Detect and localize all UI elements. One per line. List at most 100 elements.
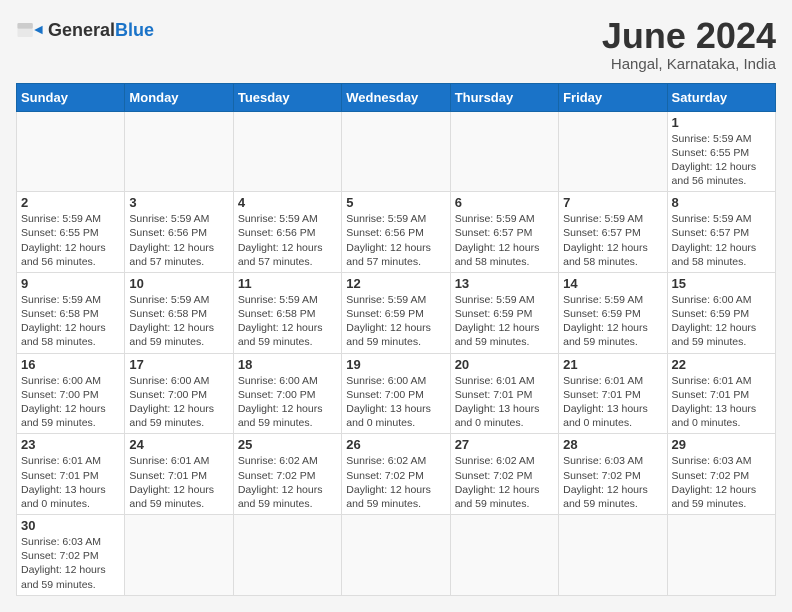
day-info: Sunrise: 6:02 AM Sunset: 7:02 PM Dayligh…	[238, 454, 337, 511]
day-info: Sunrise: 5:59 AM Sunset: 6:59 PM Dayligh…	[455, 293, 554, 350]
calendar-cell: 8 Sunrise: 5:59 AM Sunset: 6:57 PM Daylig…	[667, 192, 775, 273]
weekday-header-thursday: Thursday	[450, 83, 558, 111]
calendar-cell	[17, 111, 125, 192]
calendar-cell	[125, 515, 233, 596]
day-number: 6	[455, 195, 554, 210]
day-info: Sunrise: 6:00 AM Sunset: 7:00 PM Dayligh…	[129, 374, 228, 431]
day-info: Sunrise: 6:03 AM Sunset: 7:02 PM Dayligh…	[563, 454, 662, 511]
calendar-cell: 29 Sunrise: 6:03 AM Sunset: 7:02 PM Dayli…	[667, 434, 775, 515]
day-number: 19	[346, 357, 445, 372]
calendar-cell: 27 Sunrise: 6:02 AM Sunset: 7:02 PM Dayli…	[450, 434, 558, 515]
day-info: Sunrise: 5:59 AM Sunset: 6:58 PM Dayligh…	[238, 293, 337, 350]
day-info: Sunrise: 6:00 AM Sunset: 7:00 PM Dayligh…	[346, 374, 445, 431]
calendar-cell: 22 Sunrise: 6:01 AM Sunset: 7:01 PM Dayli…	[667, 353, 775, 434]
day-info: Sunrise: 6:00 AM Sunset: 7:00 PM Dayligh…	[238, 374, 337, 431]
day-number: 4	[238, 195, 337, 210]
calendar-cell: 19 Sunrise: 6:00 AM Sunset: 7:00 PM Dayli…	[342, 353, 450, 434]
calendar-cell: 23 Sunrise: 6:01 AM Sunset: 7:01 PM Dayli…	[17, 434, 125, 515]
day-number: 15	[672, 276, 771, 291]
day-info: Sunrise: 6:02 AM Sunset: 7:02 PM Dayligh…	[346, 454, 445, 511]
calendar-week-0: 1 Sunrise: 5:59 AM Sunset: 6:55 PM Daylig…	[17, 111, 776, 192]
day-number: 10	[129, 276, 228, 291]
day-info: Sunrise: 5:59 AM Sunset: 6:55 PM Dayligh…	[21, 212, 120, 269]
weekday-header-row: SundayMondayTuesdayWednesdayThursdayFrid…	[17, 83, 776, 111]
day-info: Sunrise: 5:59 AM Sunset: 6:56 PM Dayligh…	[129, 212, 228, 269]
calendar-cell: 10Sunrise: 5:59 AM Sunset: 6:58 PM Dayli…	[125, 272, 233, 353]
calendar-week-1: 2 Sunrise: 5:59 AM Sunset: 6:55 PM Daylig…	[17, 192, 776, 273]
calendar-cell: 14 Sunrise: 5:59 AM Sunset: 6:59 PM Dayli…	[559, 272, 667, 353]
calendar-header: GeneralBlue June 2024 Hangal, Karnataka,…	[16, 16, 776, 73]
calendar-cell: 28Sunrise: 6:03 AM Sunset: 7:02 PM Dayli…	[559, 434, 667, 515]
calendar-cell	[233, 111, 341, 192]
calendar-cell: 16 Sunrise: 6:00 AM Sunset: 7:00 PM Dayli…	[17, 353, 125, 434]
day-info: Sunrise: 6:01 AM Sunset: 7:01 PM Dayligh…	[21, 454, 120, 511]
calendar-title: June 2024	[602, 16, 776, 56]
day-info: Sunrise: 5:59 AM Sunset: 6:55 PM Dayligh…	[672, 132, 771, 189]
day-number: 9	[21, 276, 120, 291]
day-info: Sunrise: 6:00 AM Sunset: 6:59 PM Dayligh…	[672, 293, 771, 350]
calendar-cell: 6Sunrise: 5:59 AM Sunset: 6:57 PM Daylig…	[450, 192, 558, 273]
day-number: 27	[455, 437, 554, 452]
calendar-cell: 3 Sunrise: 5:59 AM Sunset: 6:56 PM Daylig…	[125, 192, 233, 273]
day-info: Sunrise: 5:59 AM Sunset: 6:57 PM Dayligh…	[672, 212, 771, 269]
calendar-week-3: 16 Sunrise: 6:00 AM Sunset: 7:00 PM Dayli…	[17, 353, 776, 434]
calendar-cell: 24 Sunrise: 6:01 AM Sunset: 7:01 PM Dayli…	[125, 434, 233, 515]
day-number: 17	[129, 357, 228, 372]
day-info: Sunrise: 6:01 AM Sunset: 7:01 PM Dayligh…	[563, 374, 662, 431]
calendar-cell	[233, 515, 341, 596]
weekday-header-wednesday: Wednesday	[342, 83, 450, 111]
calendar-cell: 11Sunrise: 5:59 AM Sunset: 6:58 PM Dayli…	[233, 272, 341, 353]
day-info: Sunrise: 5:59 AM Sunset: 6:59 PM Dayligh…	[563, 293, 662, 350]
day-number: 14	[563, 276, 662, 291]
title-area: June 2024 Hangal, Karnataka, India	[602, 16, 776, 73]
calendar-subtitle: Hangal, Karnataka, India	[602, 56, 776, 73]
day-number: 21	[563, 357, 662, 372]
day-info: Sunrise: 6:03 AM Sunset: 7:02 PM Dayligh…	[672, 454, 771, 511]
calendar-cell	[450, 515, 558, 596]
day-info: Sunrise: 5:59 AM Sunset: 6:58 PM Dayligh…	[21, 293, 120, 350]
day-info: Sunrise: 5:59 AM Sunset: 6:56 PM Dayligh…	[346, 212, 445, 269]
calendar-cell: 4 Sunrise: 5:59 AM Sunset: 6:56 PM Daylig…	[233, 192, 341, 273]
logo: GeneralBlue	[16, 16, 154, 44]
day-number: 8	[672, 195, 771, 210]
day-info: Sunrise: 6:00 AM Sunset: 7:00 PM Dayligh…	[21, 374, 120, 431]
day-number: 24	[129, 437, 228, 452]
day-number: 25	[238, 437, 337, 452]
day-info: Sunrise: 6:01 AM Sunset: 7:01 PM Dayligh…	[455, 374, 554, 431]
day-info: Sunrise: 6:03 AM Sunset: 7:02 PM Dayligh…	[21, 535, 120, 592]
day-info: Sunrise: 5:59 AM Sunset: 6:57 PM Dayligh…	[563, 212, 662, 269]
day-number: 22	[672, 357, 771, 372]
weekday-header-monday: Monday	[125, 83, 233, 111]
day-number: 7	[563, 195, 662, 210]
calendar-cell	[342, 111, 450, 192]
day-number: 1	[672, 115, 771, 130]
logo-text: GeneralBlue	[48, 20, 154, 41]
day-info: Sunrise: 5:59 AM Sunset: 6:56 PM Dayligh…	[238, 212, 337, 269]
day-number: 29	[672, 437, 771, 452]
calendar-cell: 20 Sunrise: 6:01 AM Sunset: 7:01 PM Dayli…	[450, 353, 558, 434]
day-number: 23	[21, 437, 120, 452]
calendar-cell: 17 Sunrise: 6:00 AM Sunset: 7:00 PM Dayli…	[125, 353, 233, 434]
calendar-cell: 12Sunrise: 5:59 AM Sunset: 6:59 PM Dayli…	[342, 272, 450, 353]
weekday-header-saturday: Saturday	[667, 83, 775, 111]
calendar-cell: 1 Sunrise: 5:59 AM Sunset: 6:55 PM Daylig…	[667, 111, 775, 192]
calendar-cell	[559, 515, 667, 596]
day-number: 2	[21, 195, 120, 210]
calendar-cell	[450, 111, 558, 192]
day-info: Sunrise: 6:01 AM Sunset: 7:01 PM Dayligh…	[129, 454, 228, 511]
weekday-header-friday: Friday	[559, 83, 667, 111]
day-number: 13	[455, 276, 554, 291]
calendar-week-5: 30 Sunrise: 6:03 AM Sunset: 7:02 PM Dayli…	[17, 515, 776, 596]
calendar-cell: 7 Sunrise: 5:59 AM Sunset: 6:57 PM Daylig…	[559, 192, 667, 273]
day-number: 5	[346, 195, 445, 210]
calendar-cell	[667, 515, 775, 596]
day-info: Sunrise: 6:02 AM Sunset: 7:02 PM Dayligh…	[455, 454, 554, 511]
day-number: 30	[21, 518, 120, 533]
day-number: 20	[455, 357, 554, 372]
day-number: 18	[238, 357, 337, 372]
day-info: Sunrise: 6:01 AM Sunset: 7:01 PM Dayligh…	[672, 374, 771, 431]
day-number: 16	[21, 357, 120, 372]
day-number: 3	[129, 195, 228, 210]
logo-icon	[16, 16, 44, 44]
calendar-week-2: 9 Sunrise: 5:59 AM Sunset: 6:58 PM Daylig…	[17, 272, 776, 353]
